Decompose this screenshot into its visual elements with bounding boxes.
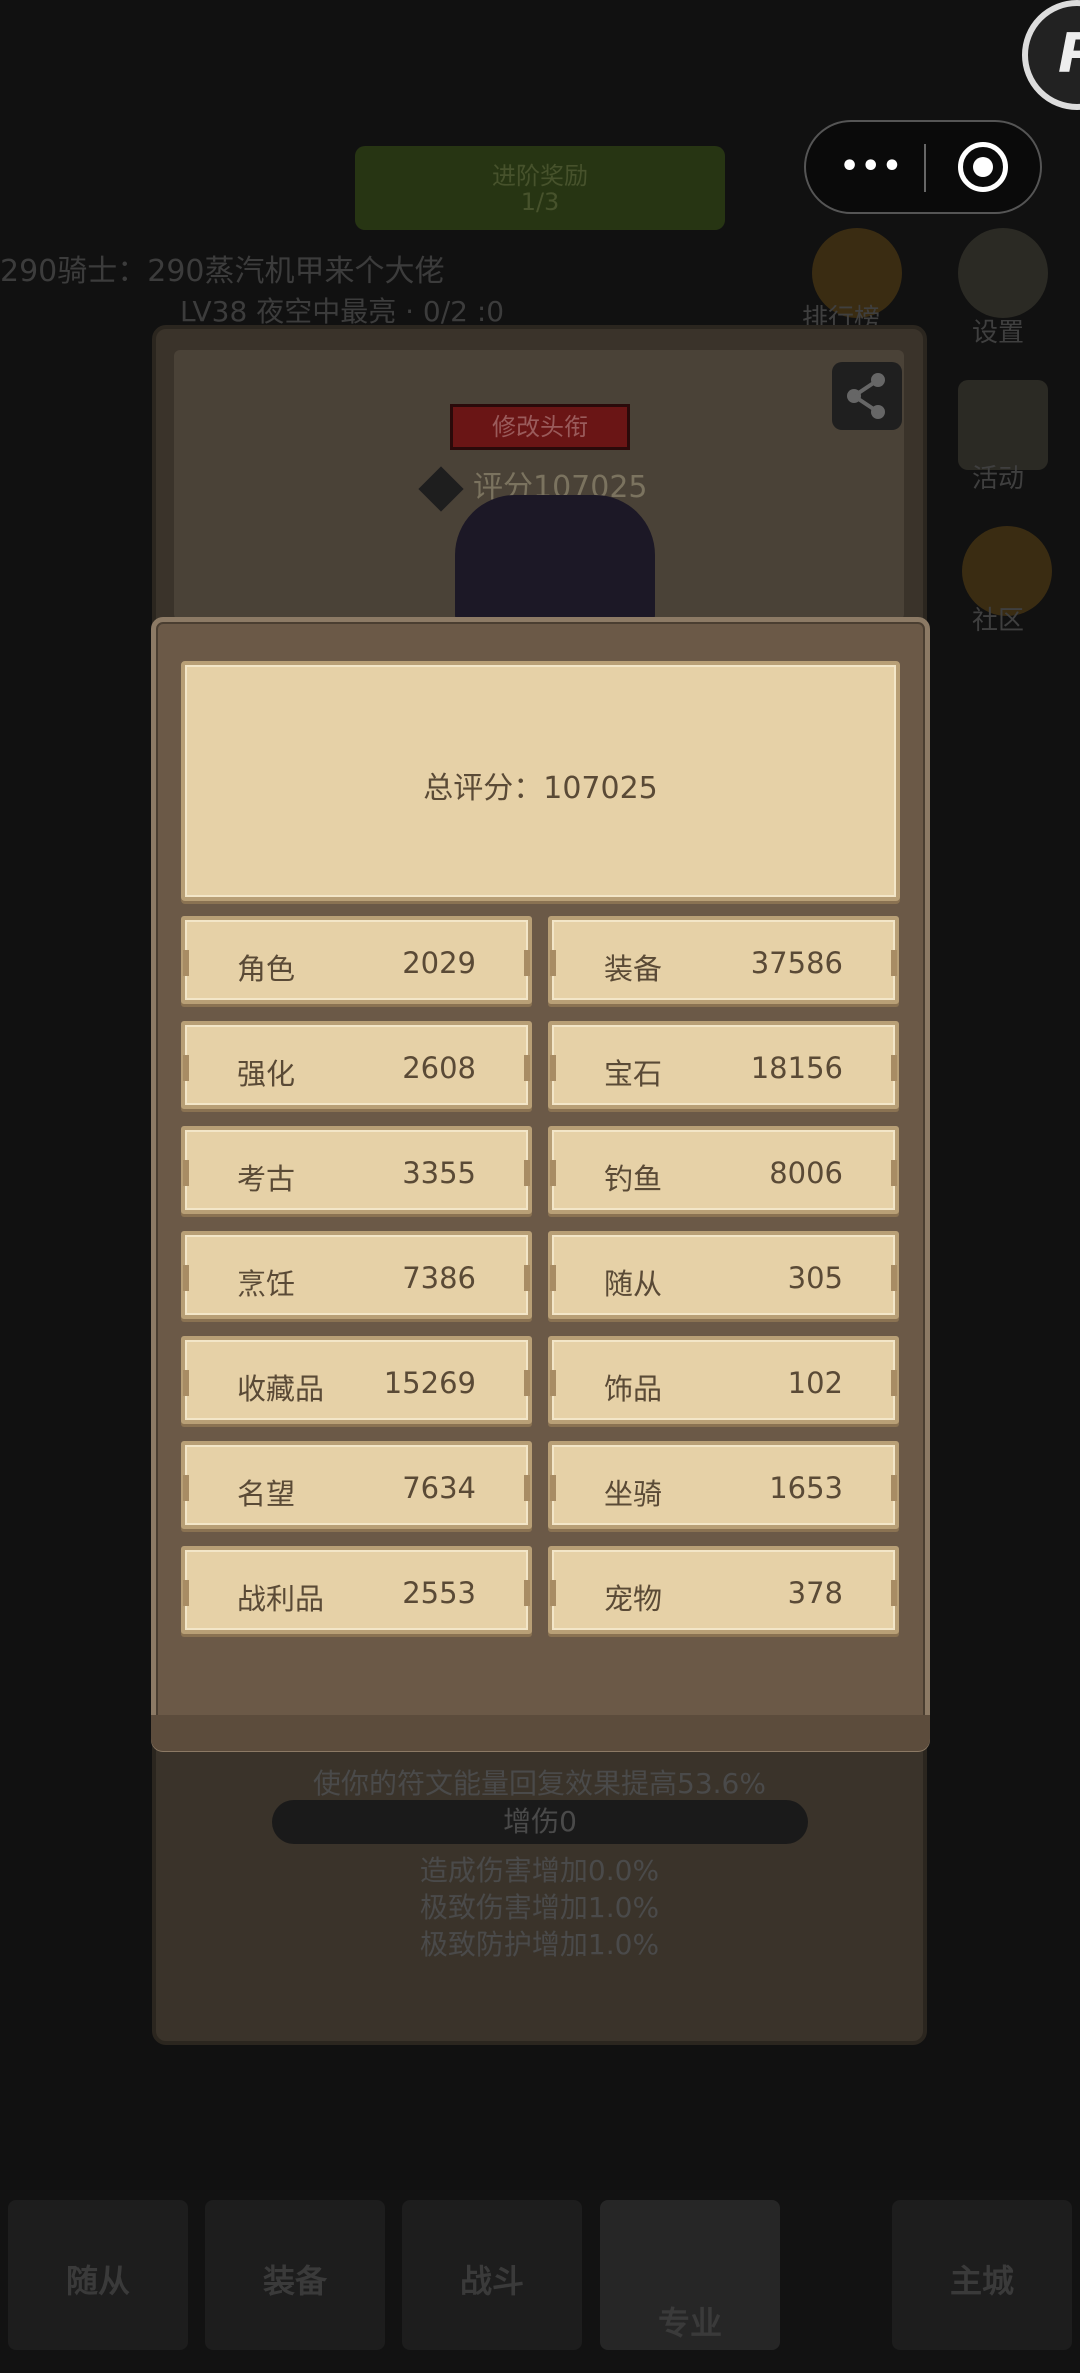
- nav-battle[interactable]: 战斗: [402, 2200, 582, 2350]
- score-name: 考古: [237, 1162, 296, 1196]
- total-score-panel: 总评分：107025: [181, 661, 900, 901]
- share-icon[interactable]: [832, 362, 902, 430]
- nav-profession[interactable]: 专业: [600, 2200, 780, 2350]
- nav-main-city[interactable]: 主城: [892, 2200, 1072, 2350]
- score-value: 3355: [402, 1156, 476, 1190]
- score-value: 2029: [402, 946, 476, 980]
- score-value: 102: [787, 1366, 843, 1400]
- score-value: 37586: [750, 946, 843, 980]
- score-cell-cooking: 烹饪 7386: [181, 1231, 532, 1319]
- score-value: 2553: [402, 1576, 476, 1610]
- score-value: 7634: [402, 1471, 476, 1505]
- score-cell-equipment: 装备 37586: [548, 916, 899, 1004]
- settings-label: 设置: [972, 318, 1025, 348]
- score-name: 战利品: [237, 1582, 325, 1616]
- score-name: 烹饪: [237, 1267, 296, 1301]
- total-score-label: 总评分：107025: [423, 771, 658, 806]
- score-cell-reputation: 名望 7634: [181, 1441, 532, 1529]
- score-name: 坐骑: [604, 1477, 663, 1511]
- score-name: 角色: [237, 952, 296, 986]
- score-name: 钓鱼: [604, 1162, 663, 1196]
- score-name: 装备: [604, 952, 663, 986]
- nav-main-city-label: 主城: [949, 2262, 1014, 2300]
- stat-line-2: 极致伤害增加1.0%: [419, 1891, 660, 1924]
- score-value: 378: [787, 1576, 843, 1610]
- score-cell-character: 角色 2029: [181, 916, 532, 1004]
- activity-label: 活动: [972, 464, 1025, 494]
- score-value: 1653: [769, 1471, 843, 1505]
- nav-equipment[interactable]: 装备: [205, 2200, 385, 2350]
- community-label: 社区: [972, 606, 1025, 636]
- chat-marquee: 290骑士：290蒸汽机甲来个大佬: [0, 254, 445, 289]
- advance-reward-label: 进阶奖励: [492, 162, 588, 190]
- player-info-line: LV38 夜空中最亮 · 0/2 :0: [180, 295, 505, 328]
- nav-profession-label: 专业: [657, 2304, 722, 2342]
- edit-title-button[interactable]: 修改头衔: [450, 404, 630, 450]
- score-cell-archaeology: 考古 3355: [181, 1126, 532, 1214]
- damage-bar-label: 增伤0: [503, 1805, 577, 1838]
- score-name: 宝石: [604, 1057, 663, 1091]
- score-name: 饰品: [604, 1372, 663, 1406]
- score-name: 收藏品: [237, 1372, 325, 1406]
- advance-reward-button: 进阶奖励 1/3: [355, 146, 725, 230]
- stat-line-3: 极致防护增加1.0%: [419, 1928, 660, 1961]
- nav-followers[interactable]: 随从: [8, 2200, 188, 2350]
- score-name: 强化: [237, 1057, 296, 1091]
- modal-bottom-edge: [151, 1715, 930, 1751]
- help-icon[interactable]: [418, 465, 464, 512]
- hero-avatar: [455, 495, 655, 625]
- score-cell-collectibles: 收藏品 15269: [181, 1336, 532, 1424]
- score-cell-followers: 随从 305: [548, 1231, 899, 1319]
- score-value: 2608: [402, 1051, 476, 1085]
- settings-gear-icon: [958, 228, 1048, 318]
- score-cell-enhance: 强化 2608: [181, 1021, 532, 1109]
- rune-effect-text: 使你的符文能量回复效果提高53.6%: [313, 1767, 766, 1800]
- score-value: 18156: [750, 1051, 843, 1085]
- damage-bar: 增伤0: [272, 1800, 808, 1844]
- capsule-divider: [924, 144, 926, 192]
- nav-equipment-label: 装备: [262, 2262, 327, 2300]
- score-name: 随从: [604, 1267, 663, 1301]
- activity-icon: [958, 380, 1048, 470]
- score-name: 宠物: [604, 1582, 663, 1616]
- score-cell-mount: 坐骑 1653: [548, 1441, 899, 1529]
- target-close-icon[interactable]: [958, 142, 1008, 192]
- score-value: 15269: [383, 1366, 476, 1400]
- nav-battle-label: 战斗: [459, 2262, 524, 2300]
- nav-followers-label: 随从: [65, 2262, 130, 2300]
- score-value: 7386: [402, 1261, 476, 1295]
- score-cell-accessory: 饰品 102: [548, 1336, 899, 1424]
- advance-reward-progress: 1/3: [520, 188, 560, 216]
- score-cell-loot: 战利品 2553: [181, 1546, 532, 1634]
- score-value: 305: [787, 1261, 843, 1295]
- score-value: 8006: [769, 1156, 843, 1190]
- score-name: 名望: [237, 1477, 296, 1511]
- stat-line-1: 造成伤害增加0.0%: [419, 1854, 660, 1887]
- score-cell-pet: 宠物 378: [548, 1546, 899, 1634]
- more-dots-icon[interactable]: •••: [840, 152, 904, 182]
- score-cell-gem: 宝石 18156: [548, 1021, 899, 1109]
- score-cell-fishing: 钓鱼 8006: [548, 1126, 899, 1214]
- miniprogram-capsule[interactable]: •••: [804, 120, 1042, 214]
